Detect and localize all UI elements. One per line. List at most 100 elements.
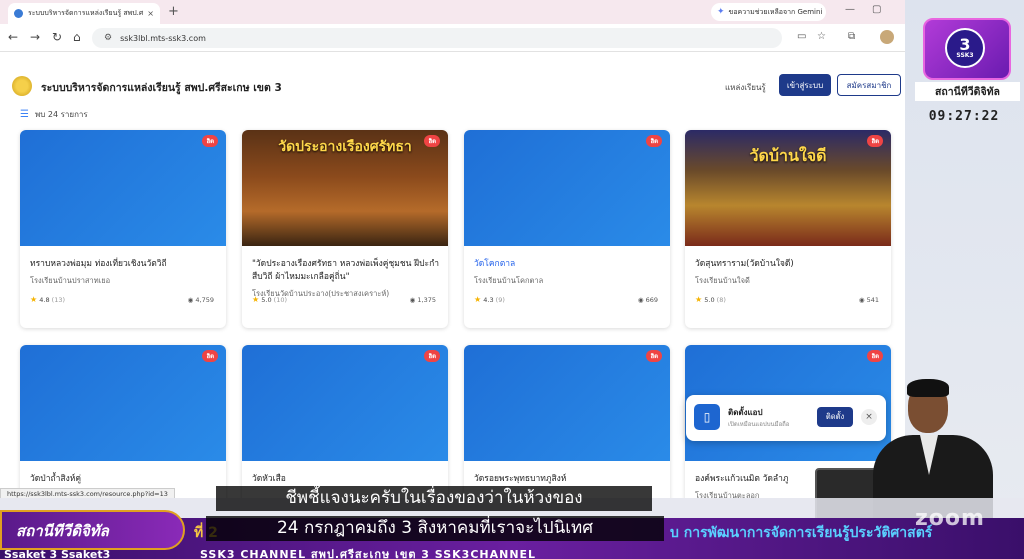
subtitle-line-1: ชีพชี้แจงนะครับในเรื่องของว่าในห้วงของ	[216, 486, 652, 511]
card-school: โรงเรียนบ้านตะลอก	[695, 491, 760, 498]
install-app-popup: ▯ ติดตั้งแอป เปิดเหมือนแอปบนมือถือ ติดตั…	[686, 395, 886, 441]
card-views: ◉ 541	[859, 296, 879, 304]
tab-close-icon[interactable]: ×	[147, 9, 154, 18]
eye-icon: ◉	[637, 296, 644, 304]
card-title[interactable]: วัดสุนทราราม(วัดบ้านใจดี)	[695, 258, 883, 271]
hot-badge: ฮิต	[867, 350, 883, 362]
card-title[interactable]: "วัดประอางเรืองศรัทธา หลวงพ่อเพ็งคู่ชุมช…	[252, 258, 440, 284]
card-image	[464, 130, 670, 246]
resource-card[interactable]: วัดบ้านใจดี ฮิต วัดสุนทราราม(วัดบ้านใจดี…	[685, 130, 891, 328]
screen: ระบบบริหารจัดการแหล่งเรียนรู้ สพป.ศ × + …	[0, 0, 1024, 559]
eye-icon: ◉	[858, 296, 865, 304]
bookmark-star-icon[interactable]: ☆	[817, 31, 826, 42]
minimize-icon[interactable]: —	[845, 4, 855, 15]
view-count: 4,759	[195, 296, 214, 304]
resource-card[interactable]: วัดประอางเรืองศรัทธา ฮิต "วัดประอางเรือง…	[242, 130, 448, 328]
card-title[interactable]: วัดรอยพระพุทธบาทภูสิงห์	[474, 473, 662, 486]
back-icon[interactable]: ←	[8, 30, 18, 44]
resource-card[interactable]: ฮิต วัดรอยพระพุทธบาทภูสิงห์	[464, 345, 670, 498]
eye-icon: ◉	[409, 296, 416, 304]
sparkle-icon: ✦	[717, 7, 725, 17]
tab-active[interactable]: ระบบบริหารจัดการแหล่งเรียนรู้ สพป.ศ ×	[8, 3, 160, 24]
resource-card[interactable]: ฮิต วัดโคกตาล โรงเรียนบ้านโคกตาล ★ 4.3 (…	[464, 130, 670, 328]
star-icon: ★	[252, 295, 260, 304]
channel-logo: 3 SSK3 สถานีทีวีดิจิทัล	[915, 0, 1020, 101]
card-rating: ★ 4.8 (13)	[30, 295, 65, 304]
card-school: โรงเรียนบ้านปราสาทเยอ	[30, 276, 111, 285]
gemini-button[interactable]: ✦ ขอความช่วยเหลือจาก Gemini	[711, 3, 826, 21]
tv-logo-icon: 3 SSK3	[923, 18, 1011, 80]
rating-value: 4.3	[483, 296, 494, 304]
card-rating: ★ 5.0 (8)	[695, 295, 726, 304]
view-count: 1,375	[417, 296, 436, 304]
resource-card[interactable]: ฮิต วัดหัวเสือ	[242, 345, 448, 498]
result-count-text: พบ 24 รายการ	[34, 110, 88, 119]
maximize-icon[interactable]: ▢	[872, 4, 881, 15]
browser-window: ระบบบริหารจัดการแหล่งเรียนรู้ สพป.ศ × + …	[0, 0, 905, 498]
view-count: 541	[866, 296, 879, 304]
nav-learning-resources[interactable]: แหล่งเรียนรู้	[725, 81, 766, 94]
ticker-right: บ การพัฒนาการจัดการเรียนรู้ประวัติศาสตร์	[670, 525, 933, 541]
card-image	[20, 345, 226, 461]
card-title[interactable]: วัดหัวเสือ	[252, 473, 440, 486]
logo-emblem: 3 SSK3	[945, 28, 985, 68]
hot-badge: ฮิต	[867, 135, 883, 147]
new-tab-button[interactable]: +	[168, 4, 179, 20]
hot-badge: ฮิต	[424, 350, 440, 362]
site-header: ระบบบริหารจัดการแหล่งเรียนรู้ สพป.ศรีสะเ…	[0, 62, 905, 102]
cast-icon[interactable]: ▭	[797, 31, 806, 42]
star-icon: ★	[30, 295, 38, 304]
subtitle-line-2: 24 กรกฎาคมถึง 3 สิงหาคมที่เราจะไปนิเทศ	[206, 516, 664, 541]
card-image: วัดประอางเรืองศรัทธา	[242, 130, 448, 246]
list-icon: ☰	[20, 109, 29, 120]
extensions-icon[interactable]: ⧉	[848, 31, 855, 42]
hot-badge: ฮิต	[202, 135, 218, 147]
phone-icon: ▯	[694, 404, 720, 430]
url-field[interactable]: ⚙ ssk3lbl.mts-ssk3.com	[92, 28, 782, 48]
reload-icon[interactable]: ↻	[52, 30, 62, 44]
site-info-icon[interactable]: ⚙	[104, 33, 112, 43]
channel-name: สถานีทีวีดิจิทัล	[915, 82, 1020, 101]
register-button[interactable]: สมัครสมาชิก	[837, 74, 901, 96]
home-icon[interactable]: ⌂	[73, 30, 81, 44]
tab-bar: ระบบบริหารจัดการแหล่งเรียนรู้ สพป.ศ × + …	[0, 0, 905, 24]
review-count: (8)	[716, 296, 726, 304]
profile-avatar[interactable]	[880, 30, 894, 44]
review-count: (13)	[51, 296, 66, 304]
address-bar-row: ← → ↻ ⌂ ⚙ ssk3lbl.mts-ssk3.com ▭ ☆ ⧉	[0, 24, 905, 52]
card-title[interactable]: วัดโคกตาล	[474, 258, 662, 271]
lower-tag: สถานีทีวีดิจิทัล	[0, 510, 185, 550]
star-icon: ★	[695, 295, 703, 304]
card-image: วัดบ้านใจดี	[685, 130, 891, 246]
poster-title: วัดบ้านใจดี	[749, 146, 827, 165]
url-text: ssk3lbl.mts-ssk3.com	[120, 33, 206, 43]
rating-value: 4.8	[39, 296, 50, 304]
install-button[interactable]: ติดตั้ง	[817, 407, 853, 427]
resource-card[interactable]: ฮิต ทราบหลวงพ่อมุม ท่องเที่ยวเชิงนวัตวิถ…	[20, 130, 226, 328]
hot-badge: ฮิต	[424, 135, 440, 147]
review-count: (10)	[273, 296, 288, 304]
card-rating: ★ 5.0 (10)	[252, 295, 287, 304]
gemini-label: ขอความช่วยเหลือจาก Gemini	[728, 7, 823, 16]
poster-title: วัดประอางเรืองศรัทธา	[278, 139, 412, 155]
install-title: ติดตั้งแอป	[728, 408, 763, 417]
social-handles: SSK3 CHANNEL สพป.ศรีสะเกษ เขต 3 SSK3CHAN…	[200, 548, 537, 559]
hot-badge: ฮิต	[646, 135, 662, 147]
site-favicon-icon	[14, 9, 23, 18]
review-count: (9)	[495, 296, 505, 304]
card-title[interactable]: ทราบหลวงพ่อมุม ท่องเที่ยวเชิงนวัตวิถี	[30, 258, 218, 271]
card-school: โรงเรียนบ้านโคกตาล	[474, 276, 544, 285]
site-title: ระบบบริหารจัดการแหล่งเรียนรู้ สพป.ศรีสะเ…	[41, 82, 282, 94]
card-title[interactable]: วัดป่าถ้ำสิงห์คู่	[30, 473, 218, 486]
hot-badge: ฮิต	[646, 350, 662, 362]
hot-badge: ฮิต	[202, 350, 218, 362]
lower-tag-text: สถานีทีวีดิจิทัล	[16, 522, 109, 540]
tab-title: ระบบบริหารจัดการแหล่งเรียนรู้ สพป.ศ	[28, 9, 144, 17]
broadcast-clock: 09:27:22	[928, 109, 1000, 124]
view-count: 669	[645, 296, 658, 304]
resource-card[interactable]: ฮิต วัดป่าถ้ำสิงห์คู่	[20, 345, 226, 498]
card-image	[242, 345, 448, 461]
card-views: ◉ 4,759	[188, 296, 214, 304]
login-button[interactable]: เข้าสู่ระบบ	[779, 74, 831, 96]
forward-icon[interactable]: →	[30, 30, 40, 44]
